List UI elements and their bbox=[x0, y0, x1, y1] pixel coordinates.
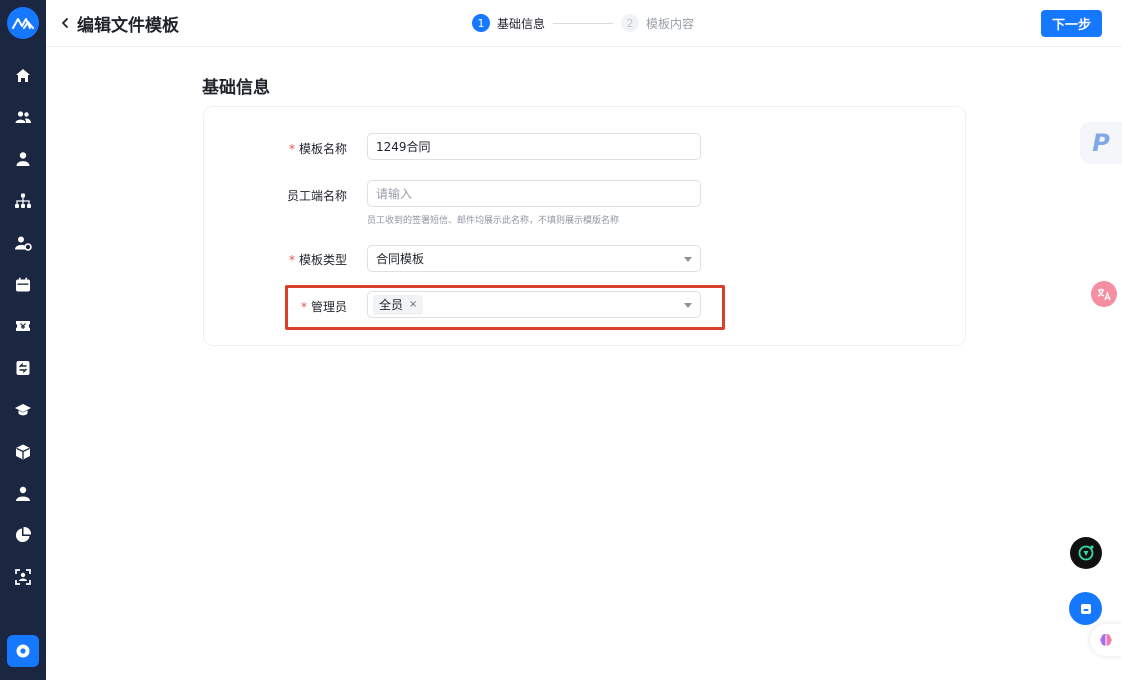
employee-name-label: 员工端名称 bbox=[286, 189, 347, 203]
section-title: 基础信息 bbox=[202, 78, 270, 98]
calendar-icon bbox=[16, 277, 30, 292]
org-chart-icon bbox=[15, 193, 31, 208]
back-button[interactable]: 编辑文件模板 bbox=[60, 12, 179, 36]
sidebar-item-person[interactable] bbox=[11, 482, 35, 506]
sidebar-item-ticket[interactable] bbox=[11, 314, 35, 338]
required-mark: * bbox=[288, 142, 295, 156]
translate-icon bbox=[1097, 288, 1111, 301]
page-title: 编辑文件模板 bbox=[77, 15, 179, 36]
sidebar-item-calendar[interactable] bbox=[11, 273, 35, 297]
sidebar-item-user-settings[interactable] bbox=[11, 231, 35, 255]
step-1-number: 1 bbox=[472, 14, 490, 32]
step-2-label: 模板内容 bbox=[646, 16, 695, 31]
template-type-label: * 模板类型 bbox=[288, 253, 347, 267]
p-plugin-label: P bbox=[1092, 129, 1110, 157]
user-settings-icon bbox=[15, 236, 32, 251]
chevron-left-icon bbox=[62, 18, 68, 28]
template-name-input[interactable]: 1249合同 bbox=[367, 133, 701, 160]
step-2-number: 2 bbox=[621, 14, 640, 32]
template-name-label: * 模板名称 bbox=[288, 142, 347, 156]
pie-chart-icon bbox=[15, 526, 32, 543]
sidebar-item-report[interactable] bbox=[11, 523, 35, 547]
caret-down-icon bbox=[684, 257, 692, 262]
ai-compass-icon bbox=[1078, 545, 1094, 561]
employee-name-hint: 员工收到的签署短信、邮件均展示此名称，不填则展示模版名称 bbox=[367, 216, 620, 226]
step-connector bbox=[553, 22, 614, 24]
face-scan-icon bbox=[15, 569, 31, 585]
step-1-label: 基础信息 bbox=[497, 16, 546, 31]
sidebar-item-group[interactable] bbox=[11, 105, 35, 129]
caret-down-icon bbox=[684, 303, 692, 308]
required-mark: * bbox=[300, 300, 307, 314]
translate-button[interactable] bbox=[1091, 281, 1117, 307]
employee-name-input[interactable]: 请输入 bbox=[367, 180, 701, 207]
required-mark: * bbox=[288, 253, 295, 267]
chat-button[interactable] bbox=[1069, 592, 1102, 625]
admin-select[interactable]: 全员 × bbox=[367, 291, 701, 318]
ticket-icon bbox=[16, 321, 30, 331]
admin-label: * 管理员 bbox=[300, 300, 347, 314]
person-icon bbox=[16, 486, 30, 501]
template-type-select[interactable]: 合同模板 bbox=[367, 245, 701, 272]
chat-icon bbox=[1080, 603, 1091, 614]
app-logo[interactable] bbox=[7, 7, 39, 39]
sidebar-item-home[interactable] bbox=[11, 64, 35, 88]
sidebar-item-face-scan[interactable] bbox=[11, 565, 35, 589]
user-icon bbox=[16, 152, 30, 166]
settings-icon bbox=[16, 644, 30, 658]
home-icon bbox=[16, 69, 30, 82]
sidebar-item-approval[interactable] bbox=[11, 356, 35, 380]
stepper: 1 基础信息 2 模板内容 bbox=[472, 12, 694, 34]
brain-icon bbox=[1100, 634, 1112, 646]
group-icon bbox=[15, 111, 31, 123]
sidebar-settings[interactable] bbox=[7, 635, 39, 667]
template-type-value: 合同模板 bbox=[376, 252, 425, 266]
sidebar-item-org[interactable] bbox=[11, 189, 35, 213]
sidebar-item-box[interactable] bbox=[11, 440, 35, 464]
admin-tag-label: 全员 bbox=[379, 298, 404, 312]
sidebar-item-learning[interactable] bbox=[11, 398, 35, 422]
page-header: 编辑文件模板 1 基础信息 2 模板内容 下一步 bbox=[46, 0, 1122, 47]
box-icon bbox=[16, 444, 30, 460]
sidebar bbox=[0, 0, 46, 680]
brain-plugin-button[interactable] bbox=[1090, 624, 1122, 656]
sidebar-item-user[interactable] bbox=[11, 147, 35, 171]
employee-name-placeholder: 请输入 bbox=[376, 187, 413, 201]
template-name-value: 1249合同 bbox=[376, 140, 431, 154]
admin-tag: 全员 × bbox=[373, 294, 424, 315]
next-step-button[interactable]: 下一步 bbox=[1041, 10, 1102, 37]
tag-close-icon[interactable]: × bbox=[409, 299, 417, 310]
logo-mark-icon bbox=[12, 18, 34, 29]
ai-assistant-button[interactable] bbox=[1070, 537, 1102, 569]
p-plugin-button[interactable]: P bbox=[1080, 122, 1122, 164]
graduation-cap-icon bbox=[15, 404, 31, 416]
approval-icon bbox=[16, 361, 30, 375]
